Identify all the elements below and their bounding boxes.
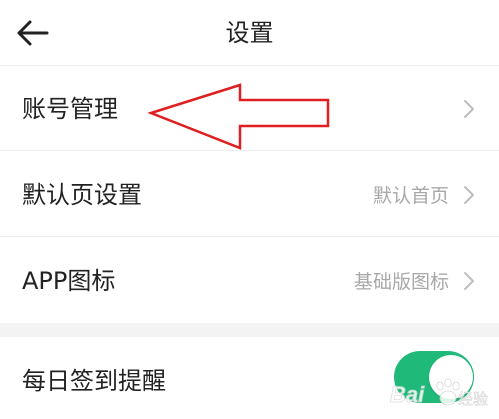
svg-text:Bai: Bai	[390, 382, 425, 407]
settings-row-label: 账号管理	[22, 95, 118, 123]
nav-bar: 设置	[0, 0, 499, 66]
baidu-paw-icon: Bai 经验	[390, 378, 488, 408]
annotation-arrow	[145, 82, 335, 154]
settings-row-app-icon[interactable]: APP图标 基础版图标	[0, 238, 499, 323]
settings-row-label: APP图标	[22, 267, 116, 295]
settings-row-label: 每日签到提醒	[22, 367, 166, 395]
settings-row-value: 默认首页	[372, 185, 449, 207]
settings-screen: 设置 账号管理 默认页设置 默认首页 APP图标 基础版图标 每日签到提醒 Ba…	[0, 0, 499, 419]
settings-row-value: 基础版图标	[353, 271, 449, 293]
chevron-right-icon	[463, 99, 475, 119]
section-divider	[0, 323, 499, 337]
svg-text:经验: 经验	[458, 390, 488, 408]
settings-row-label: 默认页设置	[22, 181, 142, 209]
chevron-right-icon	[463, 271, 475, 291]
page-title: 设置	[225, 19, 274, 47]
watermark: Bai 经验	[390, 374, 494, 416]
chevron-right-icon	[463, 185, 475, 205]
settings-row-default-page[interactable]: 默认页设置 默认首页	[0, 152, 499, 237]
